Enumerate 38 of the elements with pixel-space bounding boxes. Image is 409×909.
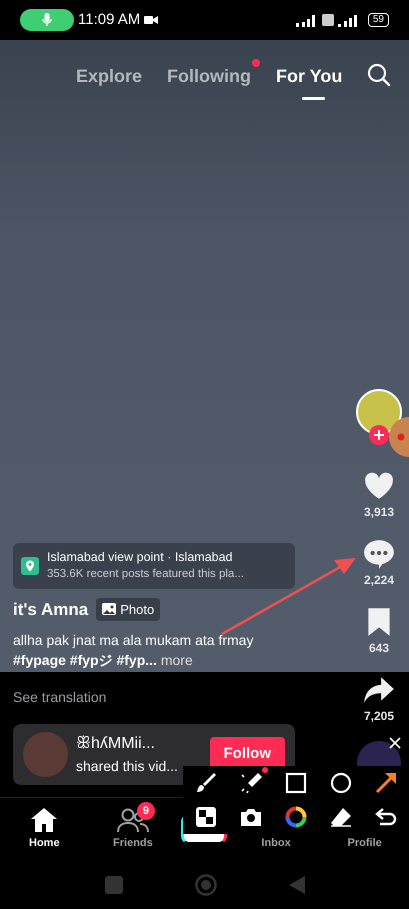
avatar-placeholder: [23, 732, 68, 777]
follow-plus-icon[interactable]: [369, 425, 389, 445]
floating-bubble-icon[interactable]: [389, 417, 409, 457]
sharer-name: ꕥhʎMMii...: [76, 734, 156, 754]
volte-icon: [322, 14, 334, 26]
friends-icon: [116, 806, 150, 833]
battery-level: 59: [368, 13, 389, 27]
search-icon[interactable]: [367, 63, 391, 87]
location-subtitle: 353.6K recent posts featured this pla...: [47, 567, 244, 582]
caption: allha pak jnat ma ala mukam ata frmay #fypage #fypジ #fyp... more: [13, 631, 254, 670]
share-text: shared this vid...: [76, 757, 179, 776]
action-count: 2,224: [364, 572, 394, 589]
nav-tab[interactable]: Inbox: [236, 806, 316, 852]
clock-time: 11:09 AM: [78, 10, 140, 30]
notification-badge: 9: [136, 802, 156, 820]
location-card[interactable]: Islamabad view point · Islamabad 353.6K recent posts featured this pla...: [13, 542, 295, 588]
microphone-indicator: [20, 9, 74, 31]
feed-tab[interactable]: Explore: [76, 58, 152, 100]
creator-avatar[interactable]: [356, 389, 402, 445]
nav-tab[interactable]: Home: [4, 806, 84, 852]
see-translation-link[interactable]: See translation: [13, 687, 349, 708]
home-icon: [30, 806, 58, 833]
feed-tab[interactable]: Following: [167, 58, 260, 100]
feed-tab[interactable]: For You: [276, 58, 352, 100]
action-count: 643: [368, 640, 390, 657]
video-camera-icon: [144, 15, 158, 25]
signal-icon: [338, 13, 360, 27]
location-pin-icon: [21, 556, 39, 574]
comment-icon[interactable]: [362, 537, 396, 571]
nav-tab[interactable]: Profile: [324, 806, 405, 852]
location-name: Islamabad view point · Islamabad: [47, 548, 234, 566]
close-icon[interactable]: [388, 736, 402, 750]
action-count: 3,913: [364, 504, 394, 521]
signal-icon: [296, 13, 318, 27]
author-name[interactable]: it's Amna: [13, 596, 88, 622]
photo-icon: [102, 603, 116, 616]
photo-tag: Photo: [96, 598, 160, 621]
action-count: 7,205: [364, 708, 394, 725]
